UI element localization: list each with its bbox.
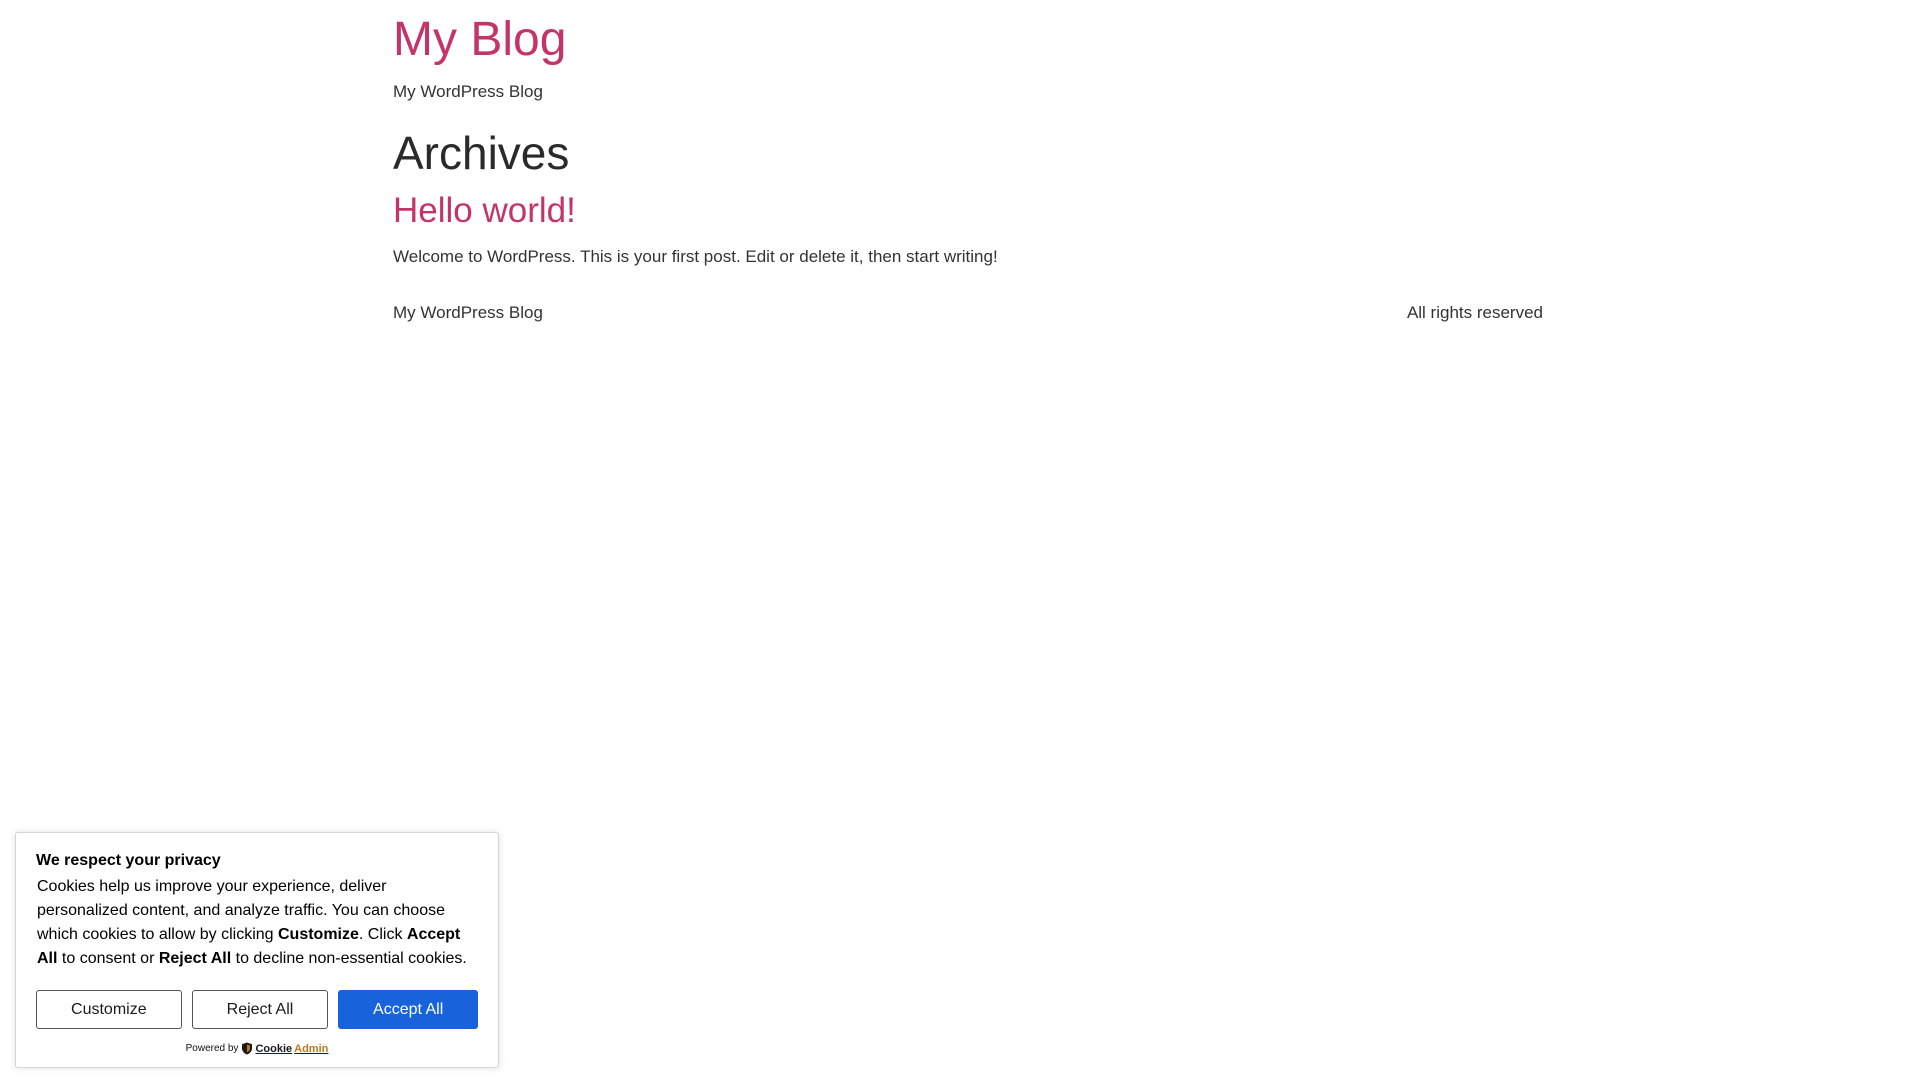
site-tagline: My WordPress Blog — [393, 82, 543, 101]
footer-copyright: All rights reserved — [1406, 303, 1543, 322]
brand-name-part: Admin — [294, 1042, 329, 1055]
cookie-text-part: . Click — [358, 926, 407, 943]
cookie-text-bold: Reject All — [158, 950, 232, 967]
post-title-link[interactable]: Hello world! — [393, 191, 576, 231]
cookie-button-row: Customize Reject All Accept All — [36, 990, 478, 1029]
powered-by: Powered by Cookie Admin — [36, 1042, 478, 1055]
cookie-consent-banner: We respect your privacy Cookies help us … — [15, 832, 499, 1068]
content-container: My Blog My WordPress Blog Archives Hello… — [393, 0, 1543, 323]
archive-heading: Archives — [393, 127, 570, 179]
site-header: My Blog My WordPress Blog — [393, 0, 1543, 102]
page: My Blog My WordPress Blog Archives Hello… — [0, 0, 1920, 1080]
site-footer: My WordPress Blog All rights reserved — [393, 303, 1543, 323]
post-excerpt: Welcome to WordPress. This is your first… — [393, 247, 998, 266]
customize-button[interactable]: Customize — [36, 990, 182, 1029]
archive-main: Archives Hello world! Welcome to WordPre… — [393, 128, 1543, 267]
cookie-text-part: to decline non-essential cookies. — [231, 950, 467, 967]
powered-by-label: Powered by — [185, 1043, 239, 1054]
cookieadmin-brand-link[interactable]: Cookie Admin — [241, 1042, 328, 1055]
cookie-banner-text: Cookies help us improve your experience,… — [36, 875, 478, 971]
shield-icon — [242, 1042, 253, 1055]
site-title-link[interactable]: My Blog — [393, 16, 566, 64]
accept-all-button[interactable]: Accept All — [338, 990, 478, 1029]
footer-site-name: My WordPress Blog — [393, 303, 543, 322]
cookie-text-bold: Customize — [278, 926, 359, 943]
post-item: Hello world! Welcome to WordPress. This … — [393, 178, 1543, 267]
brand-name-part: Cookie — [255, 1042, 293, 1055]
reject-all-button[interactable]: Reject All — [191, 990, 329, 1029]
cookie-text-part: to consent or — [57, 950, 159, 967]
cookie-banner-heading: We respect your privacy — [36, 852, 221, 869]
